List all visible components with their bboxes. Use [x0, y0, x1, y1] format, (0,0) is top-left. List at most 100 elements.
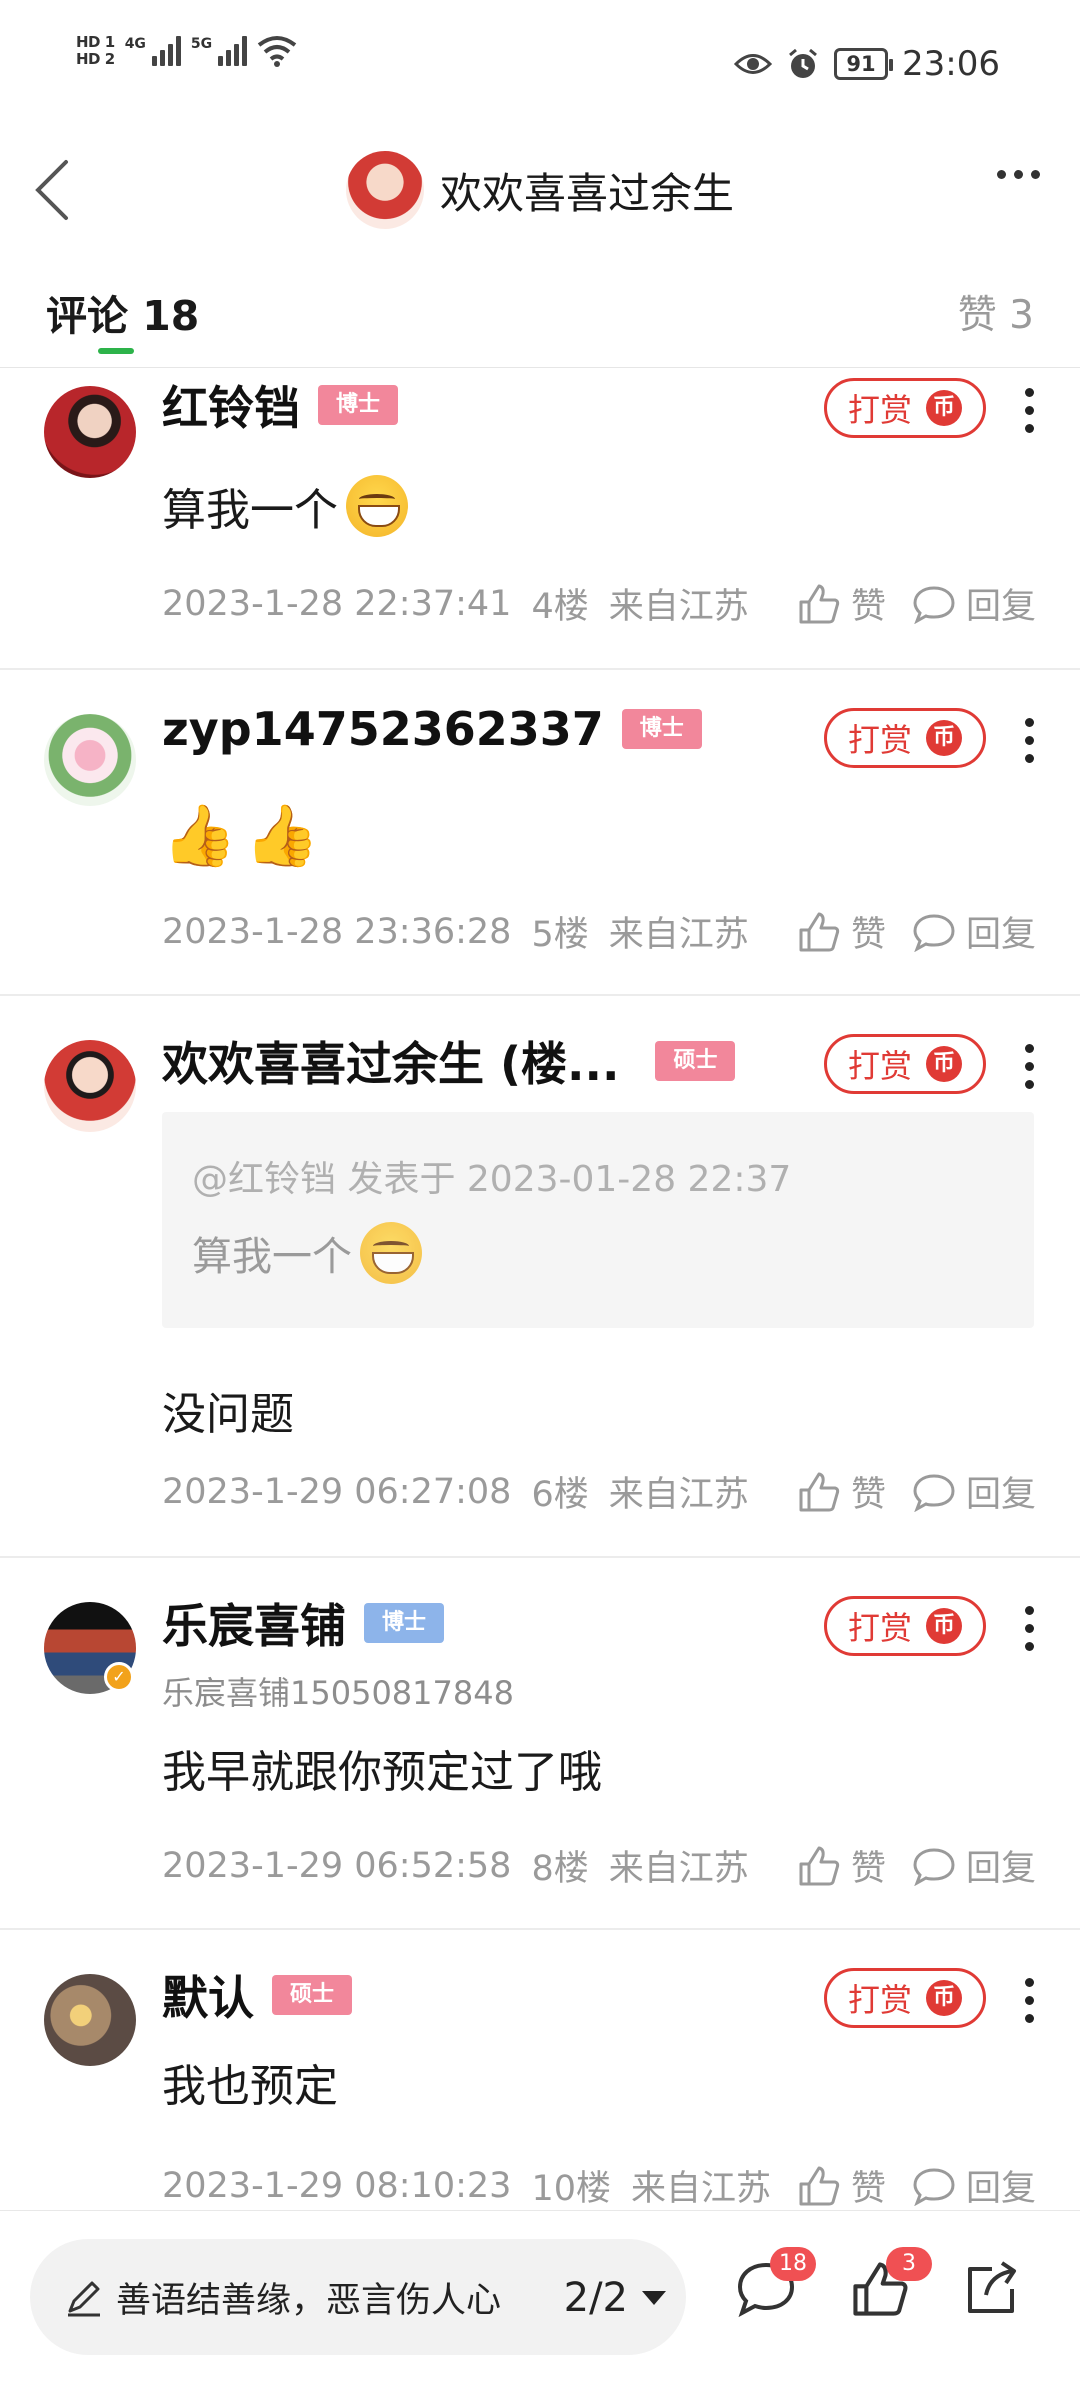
like-button[interactable]: 赞 — [797, 906, 886, 957]
timestamp: 2023-1-29 08:10:23 — [162, 2165, 512, 2206]
timestamp: 2023-1-28 22:37:41 — [162, 583, 512, 624]
comment-item: 红铃铛 博士 打赏 币 算我一个 2023-1-28 22:37:41 4楼 来… — [0, 368, 1080, 670]
battery-indicator: 91 — [834, 48, 894, 80]
like-count-badge: 3 — [886, 2247, 932, 2281]
hd-indicator: HD 1 HD 2 — [76, 33, 115, 68]
comment-item: ✓ 乐宸喜铺 博士 打赏 币 乐宸喜铺15050817848 我早就跟你预定过了… — [0, 1558, 1080, 1930]
thumbs-up-emoji-icon: 👍 — [244, 801, 320, 871]
comment-more-button[interactable] — [1022, 388, 1036, 433]
username[interactable]: 默认 — [162, 1962, 254, 2028]
comment-header: zyp14752362337 博士 — [162, 702, 702, 756]
username[interactable]: 红铃铛 — [162, 372, 300, 438]
speech-bubble-icon — [913, 913, 955, 952]
location: 来自江苏 — [608, 1475, 749, 1515]
like-post-button[interactable]: 3 — [850, 2247, 932, 2329]
comment-more-button[interactable] — [1022, 1978, 1036, 2023]
thumbs-up-icon — [799, 2166, 840, 2205]
quote-text: 算我一个 — [192, 1234, 352, 1280]
comment-body: 我也预定 — [162, 2050, 338, 2114]
tip-label: 打赏 — [847, 1981, 912, 2019]
rank-badge: 博士 — [364, 1603, 445, 1643]
comment-header: 乐宸喜铺 博士 — [162, 1590, 445, 1656]
like-label: 赞 — [850, 587, 886, 627]
comment-item: 默认 硕士 打赏 币 我也预定 2023-1-29 08:10:23 10楼 来… — [0, 1930, 1080, 2210]
username[interactable]: zyp14752362337 — [162, 702, 604, 756]
like-button[interactable]: 赞 — [797, 578, 886, 629]
alarm-icon — [789, 48, 817, 78]
comment-body: 算我一个 — [162, 474, 408, 538]
reply-button[interactable]: 回复 — [912, 2160, 1036, 2210]
back-button[interactable] — [24, 140, 94, 240]
comment-body: 我早就跟你预定过了哦 — [162, 1736, 602, 1800]
reply-button[interactable]: 回复 — [912, 1840, 1036, 1891]
location: 来自江苏 — [608, 1849, 749, 1889]
speech-bubble-icon — [913, 2167, 955, 2206]
comment-header: 红铃铛 博士 — [162, 372, 399, 438]
signal-5g-icon: 5G — [191, 36, 248, 66]
wifi-icon — [257, 36, 297, 67]
username[interactable]: 欢欢喜喜过余生 (楼... — [162, 1028, 619, 1094]
floor-number: 4楼 — [531, 587, 589, 627]
speech-bubble-icon — [913, 1847, 955, 1886]
timestamp: 2023-1-29 06:52:58 — [162, 1845, 512, 1886]
clock: 23:06 — [902, 44, 1000, 84]
comment-header: 欢欢喜喜过余生 (楼... 硕士 — [162, 1028, 736, 1094]
caret-down-icon — [642, 2291, 666, 2305]
eye-icon — [734, 54, 773, 74]
page-selector[interactable]: 2/2 — [564, 2275, 666, 2321]
tab-comments-label: 评论 — [46, 292, 128, 340]
thumbs-up-emoji-icon: 👍 — [162, 801, 237, 871]
comments-button[interactable]: 18 — [734, 2247, 816, 2329]
status-right: 91 23:06 — [734, 44, 1000, 84]
comment-item: 欢欢喜喜过余生 (楼... 硕士 打赏 币 @红铃铛 发表于 2023-01-2… — [0, 996, 1080, 1558]
comment-list[interactable]: 红铃铛 博士 打赏 币 算我一个 2023-1-28 22:37:41 4楼 来… — [0, 368, 1080, 2210]
like-button[interactable]: 赞 — [797, 1840, 886, 1891]
tip-button[interactable]: 打赏 币 — [824, 708, 986, 768]
quoted-comment[interactable]: @红铃铛 发表于 2023-01-28 22:37 算我一个 — [162, 1112, 1034, 1328]
reply-label: 回复 — [965, 587, 1036, 627]
reply-button[interactable]: 回复 — [912, 1466, 1036, 1517]
tab-likes[interactable]: 赞 3 — [958, 284, 1034, 340]
reply-label: 回复 — [965, 1475, 1036, 1515]
dot-icon — [1031, 170, 1040, 179]
avatar[interactable] — [44, 714, 136, 806]
like-button[interactable]: 赞 — [797, 1466, 886, 1517]
reply-label: 回复 — [965, 915, 1036, 955]
tab-likes-label: 赞 — [957, 293, 997, 338]
comment-more-button[interactable] — [1022, 1606, 1036, 1651]
author-avatar[interactable] — [346, 151, 424, 229]
page-title: 欢欢喜喜过余生 — [440, 168, 735, 218]
tip-button[interactable]: 打赏 币 — [824, 1034, 986, 1094]
avatar[interactable] — [44, 386, 136, 478]
comment-meta: 2023-1-28 22:37:41 4楼 来自江苏 赞 回复 — [162, 578, 1036, 629]
pencil-icon — [68, 2281, 100, 2317]
like-button[interactable]: 赞 — [797, 2160, 886, 2210]
more-options-button[interactable] — [997, 170, 1040, 179]
dot-icon — [997, 170, 1006, 179]
tab-comments[interactable]: 评论 18 — [46, 282, 199, 342]
reply-button[interactable]: 回复 — [912, 578, 1036, 629]
tip-button[interactable]: 打赏 币 — [824, 1968, 986, 2028]
share-button[interactable] — [962, 2259, 1032, 2329]
avatar[interactable] — [44, 1974, 136, 2066]
comment-meta: 2023-1-28 23:36:28 5楼 来自江苏 赞 回复 — [162, 906, 1036, 957]
active-tab-indicator — [98, 348, 134, 354]
comment-more-button[interactable] — [1022, 1044, 1036, 1089]
comment-more-button[interactable] — [1022, 718, 1036, 763]
tip-button[interactable]: 打赏 币 — [824, 378, 986, 438]
avatar[interactable] — [44, 1040, 136, 1132]
coin-icon: 币 — [926, 1980, 962, 2016]
comment-input[interactable]: 善语结善缘，恶言伤人心 2/2 — [30, 2239, 686, 2355]
tab-likes-count: 3 — [1009, 293, 1034, 338]
location: 来自江苏 — [631, 2169, 772, 2209]
tab-bar: 评论 18 赞 3 — [0, 260, 1080, 368]
floor-number: 6楼 — [531, 1475, 589, 1515]
thumbs-up-icon — [799, 1846, 840, 1885]
username[interactable]: 乐宸喜铺 — [162, 1590, 346, 1656]
tip-label: 打赏 — [847, 721, 912, 759]
comment-count-badge: 18 — [770, 2247, 816, 2281]
coin-icon: 币 — [926, 720, 962, 756]
title-bar: 欢欢喜喜过余生 — [0, 130, 1080, 260]
tip-button[interactable]: 打赏 币 — [824, 1596, 986, 1656]
reply-button[interactable]: 回复 — [912, 906, 1036, 957]
